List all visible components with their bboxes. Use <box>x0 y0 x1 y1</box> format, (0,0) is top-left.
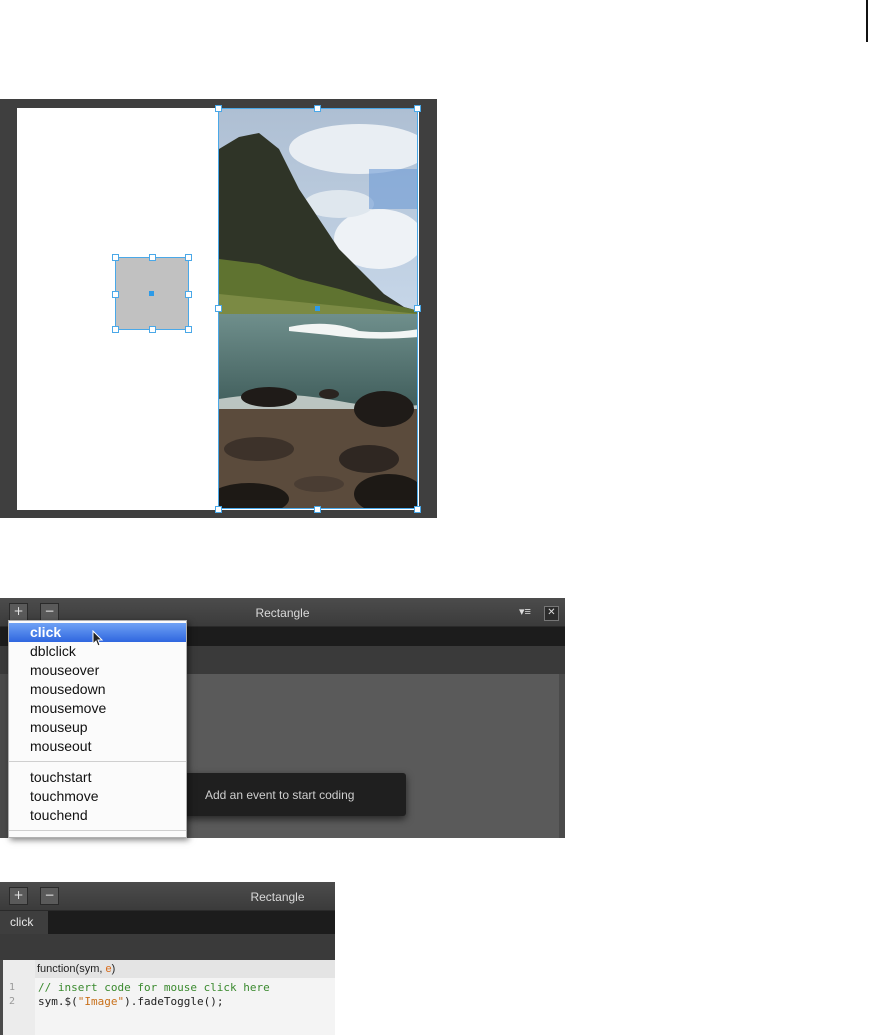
image-handle-top[interactable] <box>314 105 321 112</box>
panel-menu-icon[interactable]: ▾≡ <box>519 605 531 618</box>
actions-panel-code: + − Rectangle click function(sym, e) 1 /… <box>0 882 335 1035</box>
panel-titlebar: + − Rectangle <box>0 882 335 911</box>
event-dropdown-menu: click dblclick mouseover mousedown mouse… <box>8 620 187 838</box>
line-number: 1 <box>9 982 16 993</box>
signature-suffix: ) <box>111 963 116 975</box>
mouse-pointer-icon <box>92 630 104 647</box>
image-handle-bottom-left[interactable] <box>215 506 222 513</box>
image-handle-bottom[interactable] <box>314 506 321 513</box>
signature-prefix: function(sym, <box>37 963 106 975</box>
rect-handle-bottom[interactable] <box>149 326 156 333</box>
page-edge-rule <box>866 0 868 42</box>
rect-handle-bottom-right[interactable] <box>185 326 192 333</box>
remove-event-button[interactable]: − <box>40 887 59 905</box>
line-number-gutter <box>3 960 35 1035</box>
rect-handle-top[interactable] <box>149 254 156 261</box>
code-editor[interactable]: function(sym, e) 1 // insert code for mo… <box>3 960 335 1035</box>
code-token-call: ).fadeToggle(); <box>124 995 224 1008</box>
rect-handle-top-left[interactable] <box>112 254 119 261</box>
menu-separator <box>9 830 186 831</box>
rect-handle-top-right[interactable] <box>185 254 192 261</box>
code-line-comment: // insert code for mouse click here <box>38 981 270 994</box>
event-tab-bar: click <box>0 911 335 934</box>
panel-toolbar-strip <box>0 934 335 960</box>
menu-item-mousedown[interactable]: mousedown <box>9 680 186 699</box>
code-line-statement: sym.$("Image").fadeToggle(); <box>38 995 223 1008</box>
hint-box: Add an event to start coding <box>155 773 406 816</box>
menu-item-touchstart[interactable]: touchstart <box>9 768 186 787</box>
menu-item-touchmove[interactable]: touchmove <box>9 787 186 806</box>
rect-handle-bottom-left[interactable] <box>112 326 119 333</box>
image-handle-right[interactable] <box>414 305 421 312</box>
line-number: 2 <box>9 996 16 1007</box>
menu-item-touchend[interactable]: touchend <box>9 806 186 825</box>
add-event-button[interactable]: + <box>9 887 28 905</box>
close-panel-button[interactable]: ✕ <box>544 606 559 621</box>
rect-handle-right[interactable] <box>185 291 192 298</box>
function-signature: function(sym, e) <box>35 960 335 978</box>
tab-click[interactable]: click <box>0 911 48 934</box>
panel-title: Rectangle <box>250 890 305 904</box>
menu-item-mouseup[interactable]: mouseup <box>9 718 186 737</box>
menu-item-mouseout[interactable]: mouseout <box>9 737 186 756</box>
menu-separator <box>9 761 186 762</box>
code-token-sym: sym.$( <box>38 995 78 1008</box>
hint-text: Add an event to start coding <box>205 788 355 802</box>
image-handle-top-right[interactable] <box>414 105 421 112</box>
image-handle-left[interactable] <box>215 305 222 312</box>
image-center-point[interactable] <box>315 306 320 311</box>
code-token-string: "Image" <box>77 995 125 1008</box>
image-handle-top-left[interactable] <box>215 105 222 112</box>
rect-handle-left[interactable] <box>112 291 119 298</box>
image-handle-bottom-right[interactable] <box>414 506 421 513</box>
menu-item-mouseover[interactable]: mouseover <box>9 661 186 680</box>
menu-item-mousemove[interactable]: mousemove <box>9 699 186 718</box>
rect-center-point[interactable] <box>149 291 154 296</box>
panel-title: Rectangle <box>255 606 310 620</box>
